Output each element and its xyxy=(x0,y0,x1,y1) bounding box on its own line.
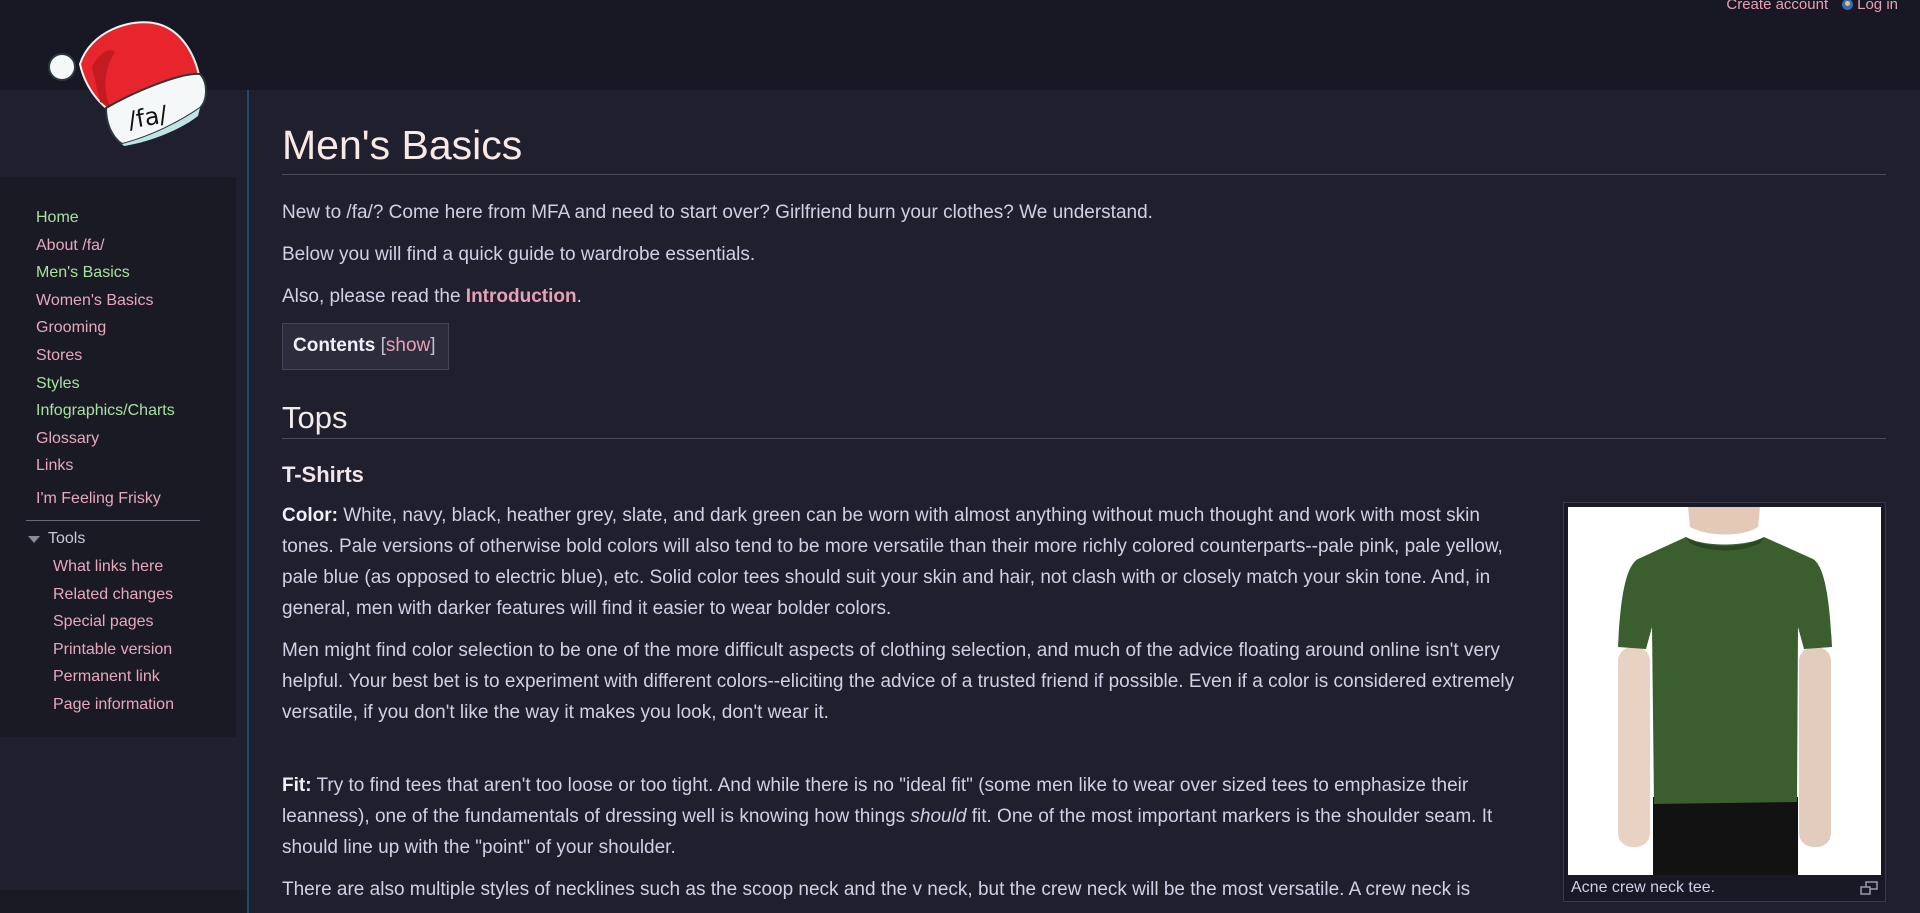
nav-item-styles: Styles xyxy=(36,373,175,401)
nav-item-mens-basics: Men's Basics xyxy=(36,262,175,290)
introduction-link[interactable]: Introduction xyxy=(466,286,577,307)
what-links-here-link[interactable]: What links here xyxy=(53,558,163,575)
personal-tools: Create account Log in xyxy=(1726,0,1898,13)
nav-link[interactable]: Infographics/Charts xyxy=(36,402,175,419)
nav-item-grooming: Grooming xyxy=(36,317,175,345)
nav-item-stores: Stores xyxy=(36,345,175,373)
toc-open-bracket: [ xyxy=(375,335,386,356)
site-logo[interactable]: /fa/ xyxy=(40,12,210,147)
tshirts-body: Color: White, navy, black, heather grey,… xyxy=(282,500,1527,905)
related-changes-link[interactable]: Related changes xyxy=(53,586,173,603)
toc-title: Contents xyxy=(293,335,376,356)
log-in-link[interactable]: Log in xyxy=(1857,0,1898,13)
enlarge-icon[interactable] xyxy=(1860,881,1878,895)
toc-show-toggle[interactable]: show xyxy=(386,335,430,356)
subsection-heading-tshirts: T-Shirts xyxy=(282,462,364,487)
content-left-border xyxy=(247,90,249,913)
neckline-paragraph: There are also multiple styles of neckli… xyxy=(282,879,1471,900)
page-information-link[interactable]: Page information xyxy=(53,696,174,713)
image-thumbnail: Acne crew neck tee. xyxy=(1563,502,1886,902)
top-header: Create account Log in xyxy=(0,0,1920,90)
tools-item: What links here xyxy=(53,556,174,584)
fit-paragraph: Fit: Try to find tees that aren't too lo… xyxy=(282,770,1527,863)
tools-item: Printable version xyxy=(53,639,174,667)
nav-link[interactable]: Women's Basics xyxy=(36,292,153,309)
sidebar-footer-strip xyxy=(0,890,247,913)
nav-link[interactable]: Links xyxy=(36,457,73,474)
nav-link[interactable]: Styles xyxy=(36,375,80,392)
color-paragraph: Color: White, navy, black, heather grey,… xyxy=(282,500,1527,624)
nav-item-glossary: Glossary xyxy=(36,428,175,456)
thumbnail-caption: Acne crew neck tee. xyxy=(1571,879,1716,896)
color-text: White, navy, black, heather grey, slate,… xyxy=(282,505,1503,619)
tools-item: Related changes xyxy=(53,584,174,612)
tools-menu: What links here Related changes Special … xyxy=(53,556,174,722)
tshirt-image[interactable] xyxy=(1568,507,1881,875)
section-heading-tops: Tops xyxy=(282,400,1886,439)
collapse-triangle-icon xyxy=(28,535,40,543)
intro-read-suffix: . xyxy=(576,286,582,307)
login-group: Log in xyxy=(1842,0,1898,13)
create-account-link[interactable]: Create account xyxy=(1726,0,1828,13)
santa-hat-logo-icon: /fa/ xyxy=(48,21,207,146)
color-paragraph-2: Men might find color selection to be one… xyxy=(282,640,1515,723)
nav-link[interactable]: Glossary xyxy=(36,430,99,447)
nav-link[interactable]: Stores xyxy=(36,347,82,364)
nav-item-infographics: Infographics/Charts xyxy=(36,400,175,428)
nav-link[interactable]: About /fa/ xyxy=(36,237,105,254)
nav-item-home: Home xyxy=(36,207,175,235)
user-icon xyxy=(1842,0,1854,10)
feeling-frisky-link[interactable]: I'm Feeling Frisky xyxy=(36,490,161,507)
tools-heading: Tools xyxy=(48,530,86,547)
color-label: Color: xyxy=(282,505,338,526)
intro-paragraph: Below you will find a quick guide to war… xyxy=(282,244,756,265)
tools-item: Special pages xyxy=(53,611,174,639)
tools-item: Page information xyxy=(53,694,174,722)
tools-toggle[interactable]: Tools xyxy=(28,530,85,548)
permanent-link[interactable]: Permanent link xyxy=(53,668,160,685)
page-title: Men's Basics xyxy=(282,120,1886,175)
nav-link[interactable]: Men's Basics xyxy=(36,264,130,281)
table-of-contents: Contents [show] xyxy=(282,323,449,370)
intro-read-paragraph: Also, please read the Introduction. xyxy=(282,281,1886,312)
nav-item-womens-basics: Women's Basics xyxy=(36,290,175,318)
nav-item-feeling-frisky: I'm Feeling Frisky xyxy=(36,490,161,508)
green-tshirt-photo-icon xyxy=(1568,507,1881,875)
tools-item: Permanent link xyxy=(53,666,174,694)
fit-label: Fit: xyxy=(282,775,312,796)
toc-close-bracket: ] xyxy=(430,335,436,356)
main-navigation: Home About /fa/ Men's Basics Women's Bas… xyxy=(36,207,175,483)
nav-link[interactable]: Home xyxy=(36,209,79,226)
intro-paragraph: New to /fa/? Come here from MFA and need… xyxy=(282,202,1153,223)
nav-link[interactable]: Grooming xyxy=(36,319,106,336)
nav-item-links: Links xyxy=(36,455,175,483)
printable-version-link[interactable]: Printable version xyxy=(53,641,172,658)
fit-emphasis: should xyxy=(910,806,967,827)
nav-item-about: About /fa/ xyxy=(36,235,175,263)
nav-divider xyxy=(26,520,200,521)
intro-read-prefix: Also, please read the xyxy=(282,286,466,307)
special-pages-link[interactable]: Special pages xyxy=(53,613,154,630)
intro-section: New to /fa/? Come here from MFA and need… xyxy=(282,197,1886,312)
